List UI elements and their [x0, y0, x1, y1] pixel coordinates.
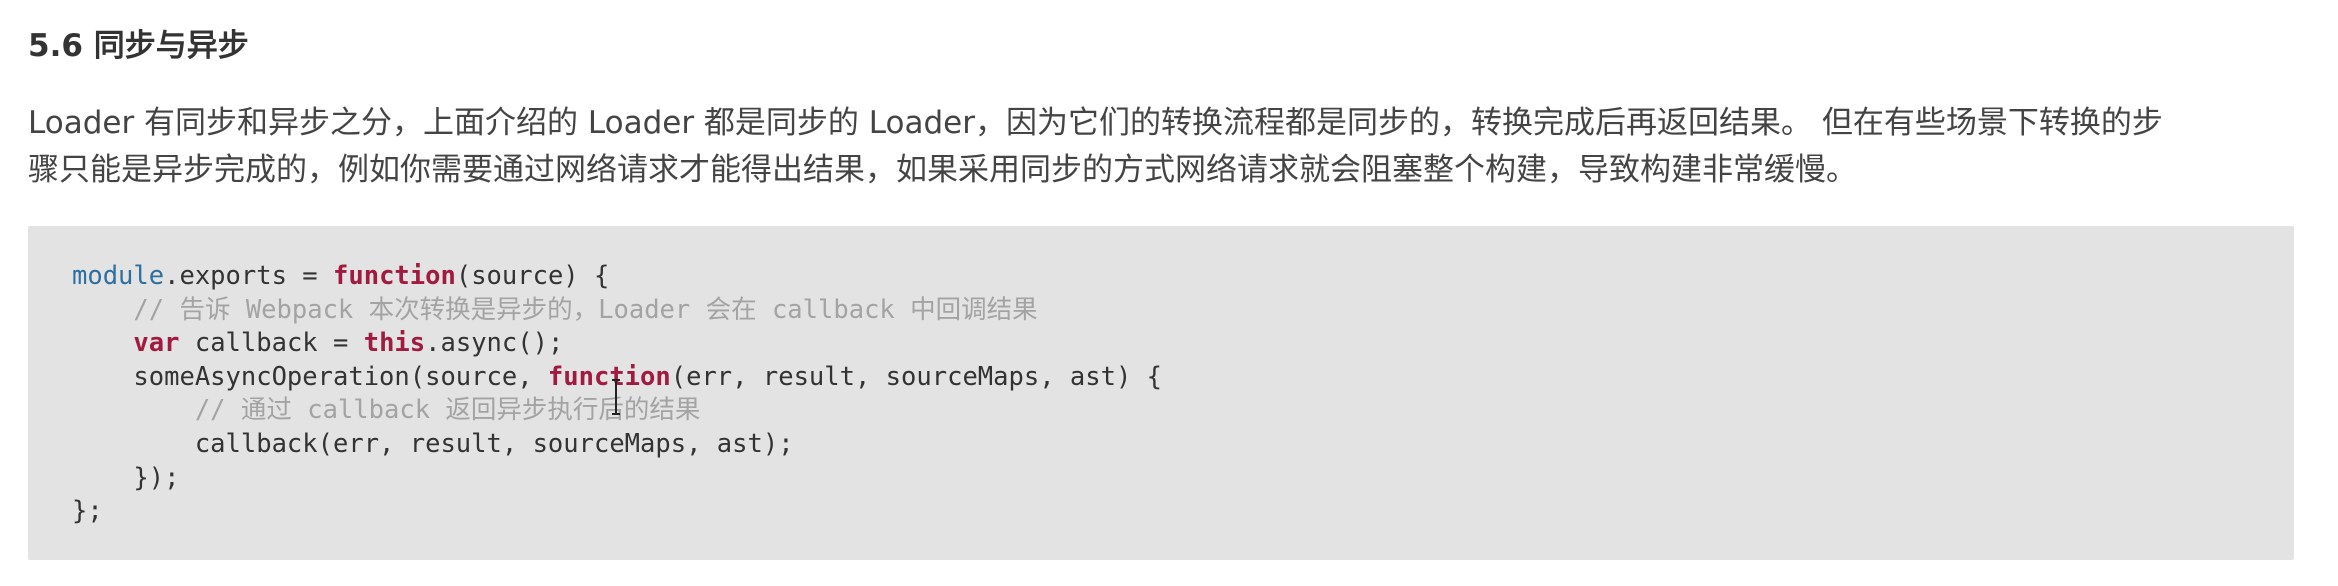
code-line: module.exports = function(source) {	[72, 260, 1162, 294]
code-text: .async();	[425, 328, 564, 359]
code-text: };	[72, 496, 103, 527]
code-keyword: function	[547, 361, 671, 392]
code-comment: // 通过 callback 返回异步执行后的结果	[72, 395, 701, 426]
intro-paragraph: Loader 有同步和异步之分，上面介绍的 Loader 都是同步的 Loade…	[28, 100, 2298, 194]
code-line: });	[72, 462, 1162, 496]
code-line: callback(err, result, sourceMaps, ast);	[72, 428, 1162, 462]
code-line: // 告诉 Webpack 本次转换是异步的，Loader 会在 callbac…	[72, 294, 1162, 328]
code-keyword: function	[333, 261, 456, 291]
section-heading: 5.6 同步与异步	[28, 28, 249, 64]
code-text: .exports =	[164, 261, 334, 291]
code-line: };	[72, 495, 1162, 529]
code-comment: // 告诉 Webpack 本次转换是异步的，Loader 会在 callbac…	[72, 294, 1038, 325]
i-beam-cursor-icon	[612, 379, 620, 415]
paragraph-line: Loader 有同步和异步之分，上面介绍的 Loader 都是同步的 Loade…	[28, 105, 2163, 141]
code-text: });	[72, 462, 180, 493]
code-keyword: var	[133, 328, 180, 359]
code-block: module.exports = function(source) { // 告…	[28, 226, 2294, 560]
code-keyword: this	[363, 328, 426, 359]
code-text: callback =	[179, 328, 364, 359]
code-line: var callback = this.async();	[72, 327, 1162, 361]
code-text: (err, result, sourceMaps, ast) {	[670, 361, 1163, 392]
code-text: callback(err, result, sourceMaps, ast);	[72, 428, 794, 459]
code-text: someAsyncOperation(source,	[72, 361, 548, 392]
code-text: (source) {	[455, 261, 610, 291]
paragraph-line: 骤只能是异步完成的，例如你需要通过网络请求才能得出结果，如果采用同步的方式网络请…	[28, 152, 1857, 188]
code-builtin: module	[72, 261, 165, 291]
